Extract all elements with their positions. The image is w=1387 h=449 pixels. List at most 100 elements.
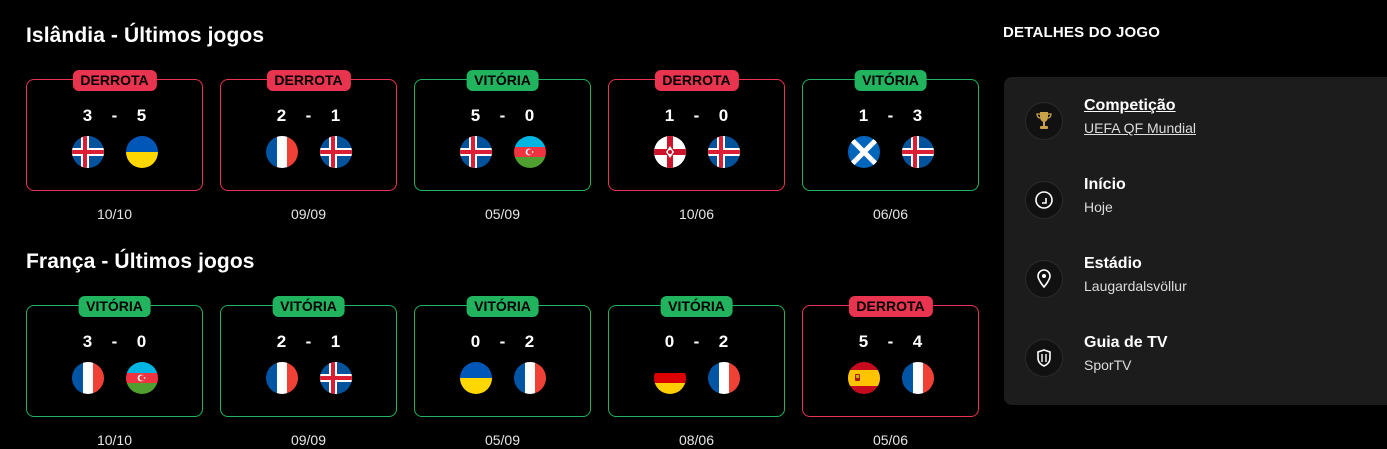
result-badge: VITÓRIA <box>272 296 345 317</box>
france-matches-row: VITÓRIA 3-0 10/10 VITÓRIA 2-1 09/09 VITÓRIA 0-2… <box>26 296 979 448</box>
match-item[interactable]: VITÓRIA 3-0 10/10 <box>26 296 203 448</box>
result-badge: VITÓRIA <box>660 296 733 317</box>
trophy-icon <box>1025 102 1063 140</box>
iceland-flag <box>707 136 740 168</box>
away-score: 0 <box>136 332 147 351</box>
score-separator: - <box>887 106 894 125</box>
match-item[interactable]: DERROTA 3-5 10/10 <box>26 70 203 222</box>
france-flag <box>265 362 298 394</box>
match-card[interactable]: VITÓRIA 5-0 <box>414 70 591 191</box>
match-item[interactable]: VITÓRIA 2-1 09/09 <box>220 296 397 448</box>
iceland-flag <box>319 362 352 394</box>
match-score: 1-0 <box>609 106 784 126</box>
match-item[interactable]: VITÓRIA 5-0 05/09 <box>414 70 591 222</box>
match-card[interactable]: DERROTA 3-5 <box>26 70 203 191</box>
france-flag <box>707 362 740 394</box>
match-item[interactable]: DERROTA 2-1 09/09 <box>220 70 397 222</box>
result-badge: DERROTA <box>72 70 157 91</box>
match-date: 09/09 <box>290 432 327 448</box>
match-item[interactable]: DERROTA 1-0 10/06 <box>608 70 785 222</box>
home-score: 2 <box>276 106 287 125</box>
iceland-flag <box>319 136 352 168</box>
score-separator: - <box>499 332 506 351</box>
team-flags <box>803 136 978 168</box>
result-badge: DERROTA <box>654 70 739 91</box>
team-flags <box>609 362 784 394</box>
team-flags <box>27 362 202 394</box>
home-score: 5 <box>470 106 481 125</box>
detail-stadium-label: Estádio <box>1084 255 1142 272</box>
match-score: 5-4 <box>803 332 978 352</box>
match-score: 0-2 <box>415 332 590 352</box>
home-score: 1 <box>858 106 869 125</box>
ukraine-flag <box>125 136 158 168</box>
team-flags <box>27 136 202 168</box>
away-score: 3 <box>912 106 923 125</box>
score-separator: - <box>111 332 118 351</box>
score-separator: - <box>305 332 312 351</box>
france-flag <box>513 362 546 394</box>
clock-icon <box>1025 181 1063 219</box>
match-card[interactable]: VITÓRIA 0-2 <box>414 296 591 417</box>
match-date: 08/06 <box>678 432 715 448</box>
match-score: 0-2 <box>609 332 784 352</box>
match-date: 10/10 <box>96 432 133 448</box>
azerbaijan-flag <box>125 362 158 394</box>
team-flags <box>221 362 396 394</box>
match-date: 10/06 <box>678 206 715 222</box>
home-score: 3 <box>82 332 93 351</box>
detail-competition-value[interactable]: UEFA QF Mundial <box>1084 120 1196 136</box>
result-badge: DERROTA <box>266 70 351 91</box>
match-card[interactable]: VITÓRIA 2-1 <box>220 296 397 417</box>
france-flag <box>901 362 934 394</box>
section-france-title: França - Últimos jogos <box>26 250 255 273</box>
match-item[interactable]: DERROTA 5-4 05/06 <box>802 296 979 448</box>
match-card[interactable]: VITÓRIA 1-3 <box>802 70 979 191</box>
match-card[interactable]: DERROTA 1-0 <box>608 70 785 191</box>
match-item[interactable]: VITÓRIA 0-2 08/06 <box>608 296 785 448</box>
match-card[interactable]: VITÓRIA 0-2 <box>608 296 785 417</box>
scotland-flag <box>847 136 880 168</box>
match-score: 2-1 <box>221 106 396 126</box>
score-separator: - <box>693 332 700 351</box>
france-flag <box>265 136 298 168</box>
away-score: 5 <box>136 106 147 125</box>
detail-start: Início Hoje <box>1025 176 1126 219</box>
home-score: 3 <box>82 106 93 125</box>
northern-ireland-flag <box>653 136 686 168</box>
away-score: 2 <box>718 332 729 351</box>
match-date: 05/09 <box>484 206 521 222</box>
result-badge: VITÓRIA <box>466 70 539 91</box>
score-separator: - <box>887 332 894 351</box>
detail-stadium-value: Laugardalsvöllur <box>1084 278 1187 294</box>
score-separator: - <box>305 106 312 125</box>
match-card[interactable]: DERROTA 5-4 <box>802 296 979 417</box>
detail-tv-guide: Guia de TV SporTV <box>1025 334 1168 377</box>
match-date: 05/09 <box>484 432 521 448</box>
result-badge: VITÓRIA <box>466 296 539 317</box>
azerbaijan-flag <box>513 136 546 168</box>
away-score: 1 <box>330 332 341 351</box>
detail-start-label: Início <box>1084 176 1126 193</box>
match-item[interactable]: VITÓRIA 0-2 05/09 <box>414 296 591 448</box>
tv-shield-icon <box>1025 339 1063 377</box>
match-date: 06/06 <box>872 206 909 222</box>
detail-start-value: Hoje <box>1084 199 1113 215</box>
match-card[interactable]: DERROTA 2-1 <box>220 70 397 191</box>
match-card[interactable]: VITÓRIA 3-0 <box>26 296 203 417</box>
france-flag <box>71 362 104 394</box>
match-score: 3-5 <box>27 106 202 126</box>
match-item[interactable]: VITÓRIA 1-3 06/06 <box>802 70 979 222</box>
detail-competition[interactable]: Competição UEFA QF Mundial <box>1025 97 1196 140</box>
team-flags <box>609 136 784 168</box>
location-pin-icon <box>1025 260 1063 298</box>
spain-flag <box>847 362 880 394</box>
home-score: 0 <box>664 332 675 351</box>
result-badge: VITÓRIA <box>78 296 151 317</box>
home-score: 1 <box>664 106 675 125</box>
ukraine-flag <box>459 362 492 394</box>
iceland-flag <box>901 136 934 168</box>
score-separator: - <box>499 106 506 125</box>
match-date: 09/09 <box>290 206 327 222</box>
iceland-flag <box>459 136 492 168</box>
